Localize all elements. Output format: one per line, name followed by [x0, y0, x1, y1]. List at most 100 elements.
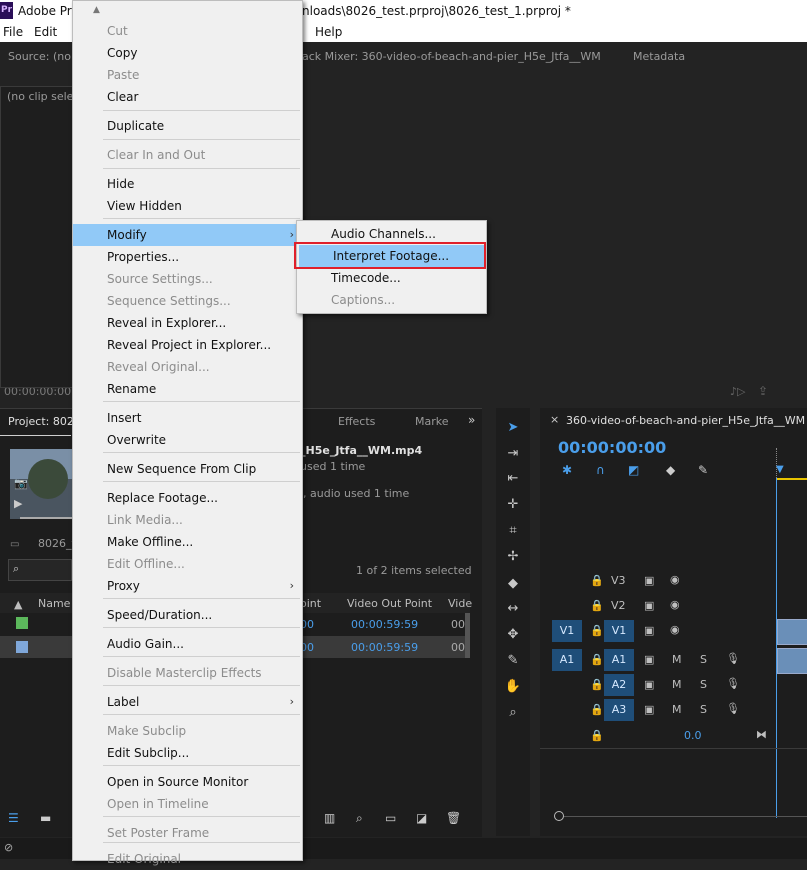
menu-item[interactable]: Proxy ›: [73, 575, 302, 597]
menu-item[interactable]: Disable Masterclip Effects: [73, 662, 302, 684]
markers-tab[interactable]: Marke: [415, 415, 449, 428]
eye-icon[interactable]: ◉: [670, 573, 680, 586]
menu-item[interactable]: Paste: [73, 64, 302, 86]
submenu-item[interactable]: Timecode...: [297, 267, 486, 289]
submenu-item[interactable]: Captions...: [297, 289, 486, 311]
track-matte-tool-icon[interactable]: ✥: [496, 627, 530, 647]
toggle-sync-icon[interactable]: ▣: [644, 574, 654, 587]
close-tab-icon[interactable]: ×: [550, 413, 559, 426]
menu-item[interactable]: Reveal Project in Explorer...: [73, 334, 302, 356]
solo-button[interactable]: S: [700, 703, 707, 716]
track-target-v1[interactable]: V1: [604, 620, 634, 642]
nest-icon[interactable]: ✱: [562, 463, 572, 477]
menu-item[interactable]: Audio Gain...: [73, 633, 302, 655]
mute-button[interactable]: M: [672, 678, 682, 691]
lock-icon[interactable]: 🔒: [590, 678, 604, 691]
menu-item[interactable]: Sequence Settings...: [73, 290, 302, 312]
menu-item[interactable]: Edit Original: [73, 848, 302, 870]
settings-wrench-icon[interactable]: ✎: [698, 463, 708, 477]
snap-icon[interactable]: ∩: [596, 463, 605, 477]
sequence-tab[interactable]: 360-video-of-beach-and-pier_H5e_Jtfa__WM: [566, 414, 805, 427]
menu-item[interactable]: Source Settings...: [73, 268, 302, 290]
track-label-v2[interactable]: V2: [611, 599, 626, 612]
project-tab[interactable]: Project: 8026: [8, 415, 81, 428]
microphone-icon[interactable]: 🎙: [726, 677, 740, 690]
master-volume[interactable]: 0.0: [684, 729, 702, 742]
col-header-in-point[interactable]: oint: [300, 597, 321, 610]
effects-tab[interactable]: Effects: [338, 415, 375, 428]
track-target-a3[interactable]: A3: [604, 699, 634, 721]
new-bin-icon[interactable]: ▭: [385, 811, 396, 825]
menu-item[interactable]: Edit Subclip...: [73, 742, 302, 764]
pen-tool-icon[interactable]: ✎: [496, 653, 530, 673]
search-input[interactable]: ⌕: [8, 559, 72, 581]
icon-view-icon[interactable]: ▬: [40, 811, 51, 825]
menu-item[interactable]: Replace Footage...: [73, 487, 302, 509]
source-patch-v1[interactable]: V1: [552, 620, 582, 642]
audio-mixer-tab[interactable]: ack Mixer: 360-video-of-beach-and-pier_H…: [302, 50, 601, 63]
play-icon[interactable]: ▶: [14, 497, 22, 510]
zoom-scrollbar[interactable]: [564, 816, 807, 817]
scroll-up-icon[interactable]: ▲: [93, 5, 100, 15]
menu-item[interactable]: Reveal Original...: [73, 356, 302, 378]
track-label-v3[interactable]: V3: [611, 574, 626, 587]
sort-arrow-icon[interactable]: ▲: [14, 598, 22, 611]
rate-stretch-tool-icon[interactable]: ⌗: [496, 523, 530, 543]
eye-icon[interactable]: ◉: [670, 623, 680, 636]
menu-help[interactable]: Help: [315, 25, 342, 39]
microphone-icon[interactable]: 🎙: [726, 652, 740, 665]
audio-clip[interactable]: [777, 648, 807, 674]
slip-tool-icon[interactable]: ◆: [496, 576, 530, 596]
hand-tool-icon[interactable]: ✋: [496, 679, 530, 699]
menu-item[interactable]: Clear: [73, 86, 302, 108]
menu-item[interactable]: View Hidden: [73, 195, 302, 217]
solo-button[interactable]: S: [700, 678, 707, 691]
zoom-tool-icon[interactable]: ⌕: [496, 705, 530, 725]
slide-tool-icon[interactable]: ↔: [496, 601, 530, 621]
solo-button[interactable]: S: [700, 653, 707, 666]
menu-item[interactable]: Make Subclip: [73, 720, 302, 742]
menu-item[interactable]: Reveal in Explorer...: [73, 312, 302, 334]
sequence-timecode[interactable]: 00:00:00:00: [558, 438, 666, 457]
lock-icon[interactable]: 🔒: [590, 599, 604, 612]
razor-tool-icon[interactable]: ✢: [496, 549, 530, 569]
toggle-sync-icon[interactable]: ▣: [644, 599, 654, 612]
track-target-a2[interactable]: A2: [604, 674, 634, 696]
metadata-tab[interactable]: Metadata: [633, 50, 685, 63]
menu-item[interactable]: Rename: [73, 378, 302, 400]
menu-item[interactable]: Copy: [73, 42, 302, 64]
more-panels-icon[interactable]: »: [468, 413, 475, 427]
microphone-icon[interactable]: 🎙: [726, 702, 740, 715]
video-clip[interactable]: [777, 619, 807, 645]
menu-item[interactable]: Properties...: [73, 246, 302, 268]
export-frame-icon[interactable]: ⇪: [758, 384, 768, 398]
mute-button[interactable]: M: [672, 653, 682, 666]
eye-icon[interactable]: ◉: [670, 598, 680, 611]
toggle-sync-icon[interactable]: ▣: [644, 624, 654, 637]
menu-item[interactable]: Open in Source Monitor: [73, 771, 302, 793]
list-view-icon[interactable]: ☰: [8, 811, 19, 825]
source-patch-a1[interactable]: A1: [552, 649, 582, 671]
toggle-sync-icon[interactable]: ▣: [644, 703, 654, 716]
track-select-tool-icon[interactable]: ⇥: [496, 446, 530, 466]
lock-icon[interactable]: 🔒: [590, 574, 604, 587]
ripple-edit-tool-icon[interactable]: ⇤: [496, 471, 530, 491]
go-to-end-icon[interactable]: ⧓: [756, 728, 767, 741]
menu-item[interactable]: Clear In and Out: [73, 144, 302, 166]
menu-item[interactable]: Duplicate: [73, 115, 302, 137]
menu-item[interactable]: Hide: [73, 173, 302, 195]
trash-icon[interactable]: 🗑: [446, 811, 461, 825]
menu-edit[interactable]: Edit: [34, 25, 57, 39]
lock-icon[interactable]: 🔒: [590, 653, 604, 666]
menu-item[interactable]: New Sequence From Clip: [73, 458, 302, 480]
menu-item[interactable]: Edit Offline...: [73, 553, 302, 575]
automate-sequence-icon[interactable]: ▥: [324, 811, 335, 825]
toggle-sync-icon[interactable]: ▣: [644, 653, 654, 666]
menu-item[interactable]: Link Media...: [73, 509, 302, 531]
menu-item[interactable]: Make Offline...: [73, 531, 302, 553]
menu-item[interactable]: Open in Timeline: [73, 793, 302, 815]
menu-item[interactable]: Modify ›: [73, 224, 302, 246]
col-header-video-out-point[interactable]: Video Out Point: [347, 597, 432, 610]
menu-item[interactable]: Cut: [73, 20, 302, 42]
cc-sync-icon[interactable]: ⊘: [4, 841, 13, 854]
